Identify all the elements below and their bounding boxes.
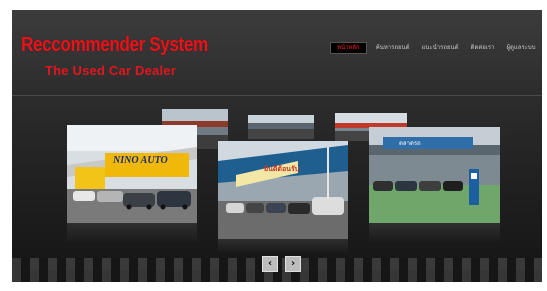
header-divider [12, 95, 542, 96]
photo-carousel: NINO AUTO ยินดีต้อนรับ ตลาดรถ ‹ › [12, 97, 542, 282]
nav-item-search-cars[interactable]: ค้นหารถยนต์ [373, 42, 413, 54]
nav-item-contact[interactable]: ติดต่อเรา [468, 42, 498, 54]
chevron-right-icon: › [290, 258, 296, 269]
logo-subtitle: The Used Car Dealer [45, 63, 176, 78]
carousel-next-button[interactable]: › [285, 256, 301, 272]
carousel-photo-left[interactable]: NINO AUTO [67, 125, 197, 223]
reflection-left [67, 223, 197, 243]
logo-title[interactable]: Reccommender System [21, 34, 208, 57]
carousel-photo-back-center[interactable] [248, 115, 314, 139]
carousel-photo-center[interactable]: ยินดีต้อนรับ [218, 141, 348, 239]
carousel-photo-right[interactable]: ตลาดรถ [369, 127, 500, 223]
chevron-left-icon: ‹ [267, 258, 273, 269]
sign-welcome: ยินดีต้อนรับ [264, 165, 300, 173]
nav-item-home[interactable]: หน้าหลัก [330, 42, 367, 54]
checker-floor-row [21, 258, 542, 270]
reflection-right [369, 223, 500, 243]
reflection-center [218, 239, 348, 253]
site-header: Reccommender System The Used Car Dealer … [12, 10, 542, 96]
sign-nino-auto: NINO AUTO [113, 155, 168, 166]
main-nav: หน้าหลัก ค้นหารถยนต์ แนะนำรถยนต์ ติดต่อเ… [330, 42, 539, 54]
page-frame: Reccommender System The Used Car Dealer … [12, 10, 542, 282]
sign-market: ตลาดรถ [399, 140, 421, 147]
carousel-prev-button[interactable]: ‹ [262, 256, 278, 272]
nav-item-recommend-cars[interactable]: แนะนำรถยนต์ [419, 42, 462, 54]
nav-item-admin[interactable]: ผู้ดูแลระบบ [503, 42, 538, 54]
